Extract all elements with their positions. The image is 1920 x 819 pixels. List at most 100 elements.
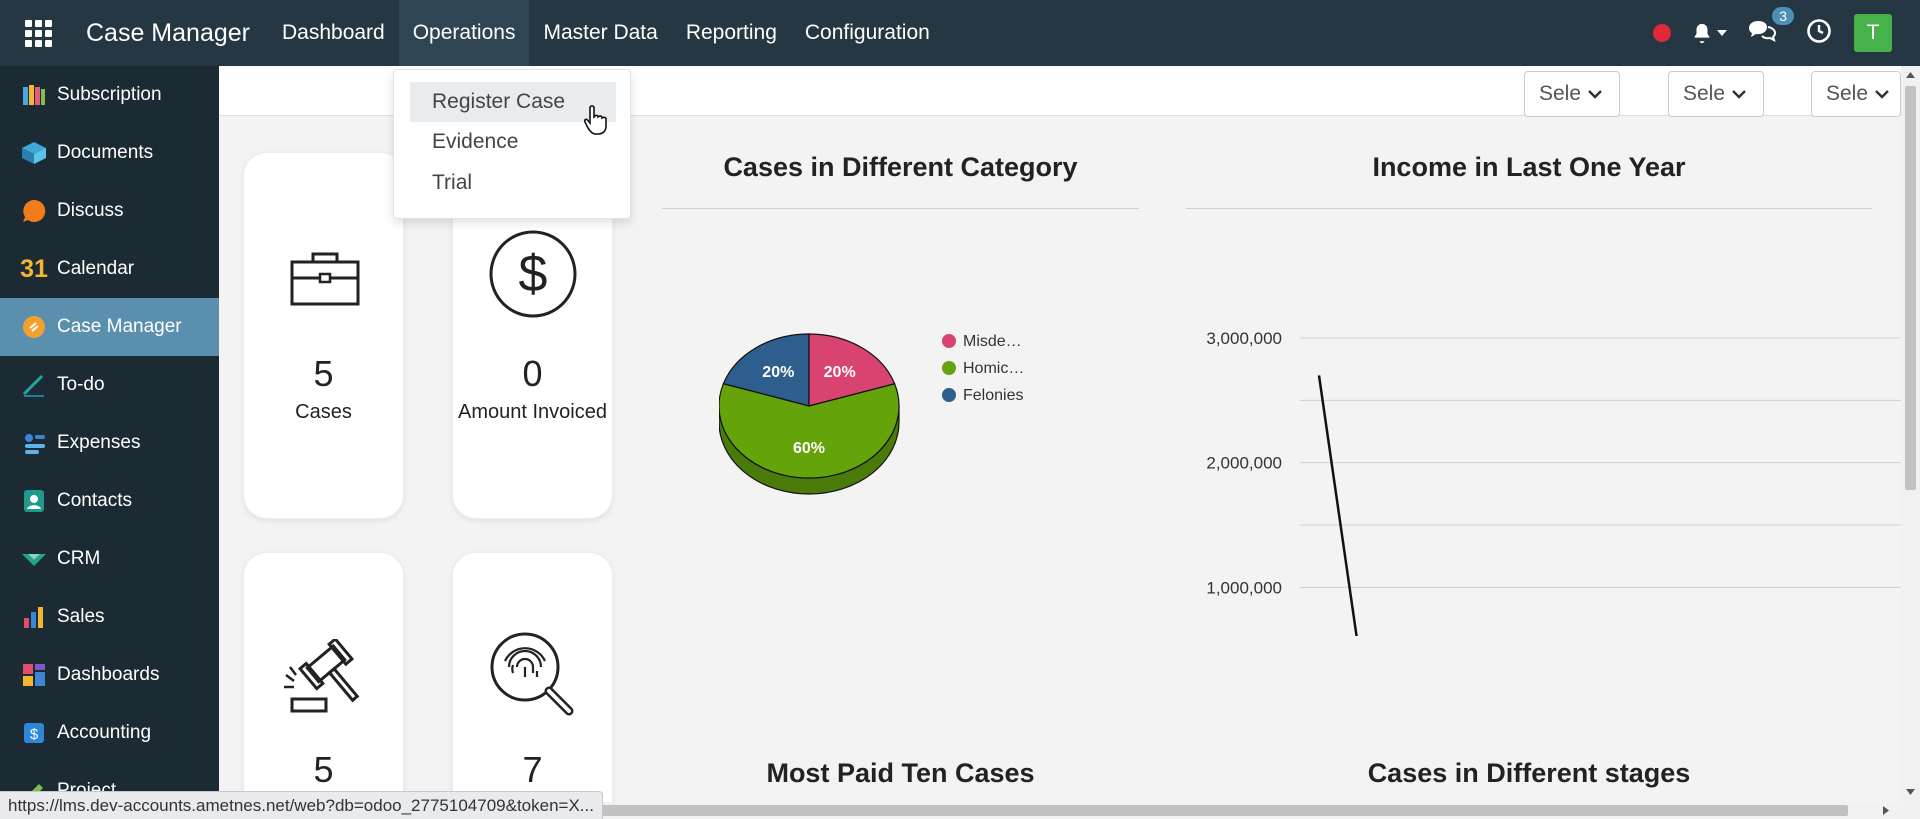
expenses-icon	[20, 429, 48, 457]
menu-operations[interactable]: Operations	[398, 0, 530, 66]
y-tick-label: 3,000,000	[1206, 329, 1282, 348]
hand-cursor-icon	[584, 105, 607, 135]
kpi-card-evidence[interactable]: 7	[452, 552, 613, 802]
sidebar-item-label: Calendar	[57, 258, 135, 279]
divider	[662, 208, 1139, 209]
kpi-card-cases[interactable]: 5 Cases	[243, 152, 404, 519]
app-brand[interactable]: Case Manager	[86, 19, 250, 48]
sidebar-item-label: Contacts	[57, 490, 132, 511]
legend-label: Felonies	[963, 387, 1023, 404]
filter-select-label: Sele	[1539, 82, 1582, 105]
kpi-value: 5	[313, 353, 334, 394]
legend-label: Homic…	[963, 360, 1024, 377]
kpi-label: Amount Invoiced	[458, 401, 607, 423]
sidebar-item-label: CRM	[57, 548, 101, 569]
sidebar-item-discuss[interactable]: Discuss	[0, 182, 219, 240]
divider	[1186, 208, 1872, 209]
chart-title-category: Cases in Different Category	[723, 152, 1078, 182]
sales-icon	[20, 603, 48, 631]
sidebar-item-contacts[interactable]: Contacts	[0, 472, 219, 530]
legend-label: Misde…	[963, 333, 1022, 350]
menu-dashboard[interactable]: Dashboard	[268, 0, 399, 66]
filter-select-1[interactable]: Sele	[1524, 71, 1620, 117]
menu-trial[interactable]: Trial	[410, 163, 616, 203]
scroll-up-icon	[1906, 72, 1915, 78]
scroll-down-icon	[1906, 789, 1915, 795]
pie-chart: 20% 20% 60% Misde… Homic… Felonies	[719, 333, 1024, 495]
vertical-scrollbar[interactable]	[1901, 66, 1920, 802]
sidebar-item-accounting[interactable]: $ Accounting	[0, 704, 219, 762]
y-tick-label: 1,000,000	[1206, 578, 1282, 597]
sidebar-item-calendar[interactable]: 31 Calendar	[0, 240, 219, 298]
sidebar-item-label: Sales	[57, 606, 105, 627]
filter-select-label: Sele	[1683, 82, 1726, 105]
bell-icon	[1694, 23, 1710, 44]
legend-swatch	[942, 388, 956, 402]
line-chart: 3,000,0002,000,0001,000,0000JanDecNovOct…	[1206, 329, 1901, 636]
app-sidebar: Subscription Documents Discuss 31 Calend…	[0, 66, 219, 819]
crm-icon	[20, 545, 48, 573]
calendar-icon: 31	[20, 254, 48, 283]
gavel-icon	[284, 639, 360, 713]
subscription-icon	[20, 81, 48, 109]
sidebar-item-case-manager[interactable]: Case Manager	[0, 298, 219, 356]
pie-data-label: 20%	[824, 364, 856, 381]
chevron-down-icon	[1588, 90, 1602, 99]
dollar-icon: $	[489, 230, 577, 318]
filter-select-3[interactable]: Sele	[1811, 71, 1901, 117]
caret-down-icon	[1717, 30, 1727, 36]
sidebar-item-label: Documents	[57, 142, 154, 163]
legend-swatch	[942, 334, 956, 348]
sidebar-item-label: Subscription	[57, 84, 162, 105]
contacts-icon	[20, 487, 48, 515]
activity-clock-button[interactable]	[1806, 18, 1832, 49]
link-status-bar: https://lms.dev-accounts.ametnes.net/web…	[0, 791, 603, 819]
sidebar-item-label: Dashboards	[57, 664, 160, 685]
sidebar-item-expenses[interactable]: Expenses	[0, 414, 219, 472]
apps-menu-icon[interactable]	[20, 15, 56, 51]
sidebar-item-sales[interactable]: Sales	[0, 588, 219, 646]
discuss-icon	[20, 197, 48, 225]
menu-master-data[interactable]: Master Data	[529, 0, 671, 66]
sidebar-item-crm[interactable]: CRM	[0, 530, 219, 588]
messages-button[interactable]: 3	[1748, 6, 1794, 48]
fingerprint-icon	[490, 632, 574, 716]
sidebar-item-label: Accounting	[57, 722, 152, 743]
dashboards-icon	[20, 661, 48, 689]
kpi-value: 5	[313, 749, 334, 790]
todo-icon	[20, 371, 48, 399]
filter-select-label: Sele	[1826, 82, 1869, 105]
chat-icon	[1749, 20, 1777, 42]
chevron-down-icon	[1875, 90, 1889, 99]
accounting-icon: $	[20, 719, 48, 747]
kpi-value: 7	[522, 749, 543, 790]
pie-data-label: 20%	[762, 364, 794, 381]
chart-title-most-paid: Most Paid Ten Cases	[766, 758, 1035, 788]
chart-title-income: Income in Last One Year	[1372, 152, 1686, 182]
kpi-value: 0	[522, 353, 543, 394]
case-manager-icon	[20, 313, 48, 341]
recording-indicator-icon[interactable]	[1653, 24, 1671, 42]
notification-bell[interactable]	[1691, 22, 1728, 44]
kpi-card-trials[interactable]: 5	[243, 552, 404, 802]
sidebar-item-label: Expenses	[57, 432, 141, 453]
user-avatar[interactable]: T	[1854, 14, 1892, 52]
chart-title-stages: Cases in Different stages	[1367, 758, 1691, 788]
svg-text:$: $	[519, 245, 548, 303]
chevron-down-icon	[1732, 90, 1746, 99]
menu-reporting[interactable]: Reporting	[672, 0, 791, 66]
sidebar-item-label: To-do	[57, 374, 105, 395]
sidebar-item-subscription[interactable]: Subscription	[0, 66, 219, 124]
filter-select-2[interactable]: Sele	[1668, 71, 1764, 117]
sidebar-item-todo[interactable]: To-do	[0, 356, 219, 414]
menu-configuration[interactable]: Configuration	[791, 0, 944, 66]
sidebar-item-dashboards[interactable]: Dashboards	[0, 646, 219, 704]
chat-count-badge: 3	[1772, 6, 1794, 25]
top-navbar: Case Manager Dashboard Operations Master…	[0, 0, 1920, 66]
income-series-line	[1317, 375, 1358, 636]
kpi-label: Cases	[295, 401, 352, 423]
clock-icon	[1807, 18, 1831, 43]
sidebar-item-documents[interactable]: Documents	[0, 124, 219, 182]
sidebar-item-label: Case Manager	[57, 316, 182, 337]
scrollbar-thumb[interactable]	[1905, 86, 1916, 490]
